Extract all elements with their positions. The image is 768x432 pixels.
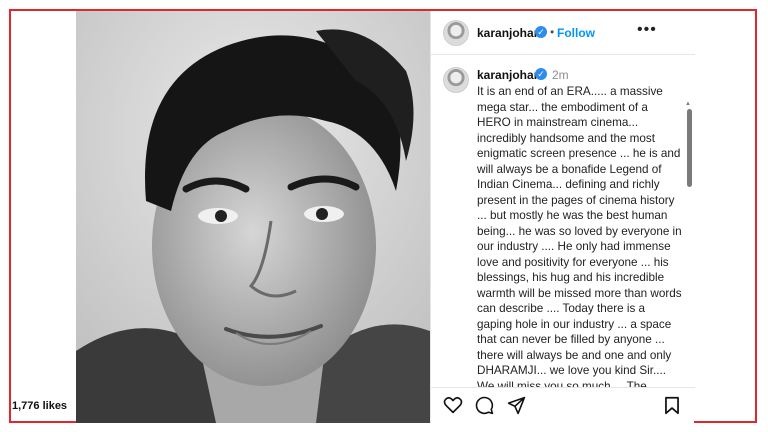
post-photo[interactable] (76, 11, 430, 423)
heart-icon[interactable] (443, 396, 463, 414)
likes-count[interactable]: 1,776 likes (12, 400, 67, 412)
bookmark-icon[interactable] (664, 396, 680, 415)
more-options-icon[interactable]: ••• (637, 21, 657, 39)
caption-section[interactable]: karanjohar ✓ 2m It is an end of an ERA..… (431, 55, 695, 387)
scroll-up-arrow-icon[interactable]: ▲ (685, 101, 691, 107)
scrollbar-thumb[interactable] (687, 109, 692, 187)
post-header: karanjohar ✓ • Follow ••• (431, 11, 695, 55)
header-username[interactable]: karanjohar (477, 26, 538, 40)
verified-badge-icon: ✓ (535, 26, 547, 38)
separator-dot: • (550, 25, 555, 39)
action-bar (431, 387, 695, 423)
time-ago: 2m (552, 68, 569, 82)
caption-verified-badge-icon: ✓ (535, 68, 547, 80)
comment-icon[interactable] (475, 396, 494, 415)
caption-username[interactable]: karanjohar (477, 68, 538, 82)
follow-button[interactable]: Follow (557, 26, 595, 40)
caption-avatar[interactable] (443, 67, 469, 93)
portrait-image (76, 11, 430, 423)
post-side-panel: karanjohar ✓ • Follow ••• karanjohar ✓ 2… (430, 11, 695, 423)
caption-text: It is an end of an ERA..... a massive me… (477, 85, 682, 387)
share-icon[interactable] (507, 396, 526, 415)
avatar[interactable] (443, 20, 469, 46)
